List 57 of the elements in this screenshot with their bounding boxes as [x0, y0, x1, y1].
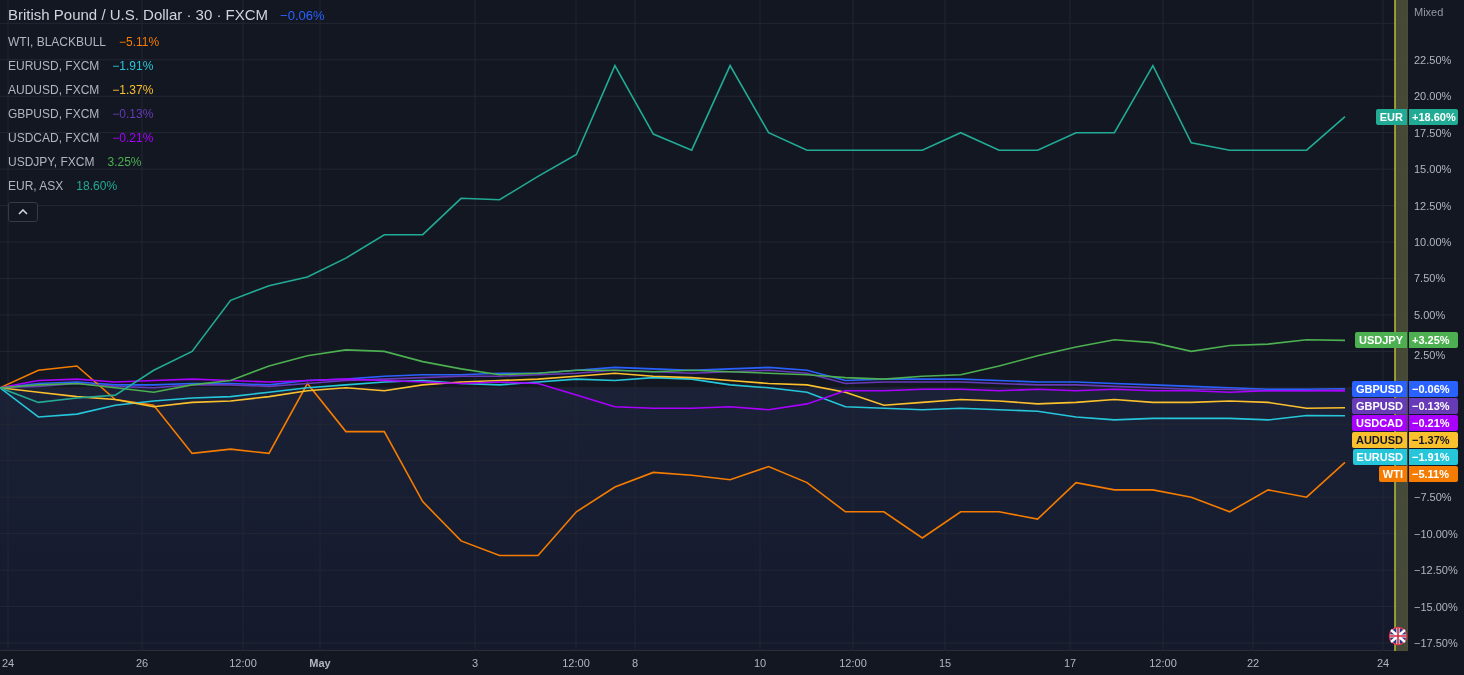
series-value-tag: +18.60% — [1409, 108, 1458, 125]
axis-tick-label: 15 — [938, 657, 952, 669]
axis-tick-label: 26 — [135, 657, 149, 669]
axis-tick-label: 22.50% — [1414, 53, 1452, 66]
percent-change: −5.11% — [119, 35, 160, 49]
percent-change: −0.21% — [112, 131, 154, 145]
axis-tick-label: −10.00% — [1414, 527, 1458, 540]
symbol-label[interactable]: USDJPY, FXCM — [8, 155, 95, 169]
axis-tick-label: 12:00 — [1149, 657, 1177, 669]
series-value-tag: −5.11% — [1409, 465, 1458, 482]
axis-tick-label: 10 — [753, 657, 767, 669]
series-value-tag: −1.37% — [1409, 431, 1458, 448]
flag-icon[interactable] — [1388, 626, 1408, 646]
axis-tick-label: 17 — [1063, 657, 1077, 669]
axis-tick-label: 15.00% — [1414, 163, 1452, 176]
symbol-label[interactable]: EURUSD, FXCM — [8, 59, 100, 73]
percent-change: −1.37% — [112, 83, 154, 97]
symbol-label[interactable]: AUDUSD, FXCM — [8, 83, 100, 97]
series-name-tag: USDJPY — [1354, 332, 1407, 349]
scale-mode-label[interactable]: Mixed — [1414, 6, 1444, 18]
symbol-label[interactable]: WTI, BLACKBULL — [8, 35, 107, 49]
axis-tick-label: 7.50% — [1414, 272, 1446, 285]
axis-tick-label: 8 — [631, 657, 639, 669]
axis-tick-label: 3 — [471, 657, 479, 669]
axis-tick-label: −15.00% — [1414, 600, 1458, 613]
axis-tick-label: May — [309, 657, 331, 669]
percent-change: −1.91% — [112, 59, 154, 73]
symbol-label[interactable]: USDCAD, FXCM — [8, 131, 100, 145]
series-value-tag: +3.25% — [1409, 332, 1458, 349]
series-value-tag: −0.21% — [1409, 414, 1458, 431]
axis-tick-label: 10.00% — [1414, 236, 1452, 248]
axis-tick-label: 22 — [1246, 657, 1260, 669]
series-value-tag: −0.13% — [1409, 397, 1458, 414]
axis-tick-label: 12:00 — [839, 657, 867, 669]
collapse-legend-button[interactable] — [8, 202, 38, 222]
symbol-label[interactable]: GBPUSD, FXCM — [8, 107, 100, 121]
axis-tick-label: −12.50% — [1414, 564, 1458, 577]
percent-change: −0.13% — [112, 107, 154, 121]
axis-tick-label: 2.50% — [1414, 349, 1446, 362]
axis-tick-label: 12:00 — [562, 657, 590, 669]
percent-change: 18.60% — [76, 179, 118, 193]
symbol-label[interactable]: EUR, ASX — [8, 179, 64, 193]
axis-tick-label: 5.00% — [1414, 308, 1446, 321]
chart-title: British Pound / U.S. Dollar · 30 · FXCM — [8, 6, 269, 23]
axis-tick-label: 24 — [1, 657, 15, 669]
percent-change: −0.06% — [280, 8, 325, 23]
series-value-tag: −0.06% — [1409, 380, 1458, 397]
axis-tick-label: 20.00% — [1414, 90, 1452, 103]
series-value-tag: −1.91% — [1409, 448, 1458, 465]
axis-tick-label: 17.50% — [1414, 126, 1452, 139]
percent-change: 3.25% — [107, 155, 142, 169]
axis-tick-label: −17.50% — [1414, 636, 1458, 649]
axis-tick-label: 12:00 — [229, 657, 257, 669]
axis-tick-label: 12.50% — [1414, 199, 1452, 212]
chevron-up-icon — [18, 209, 28, 215]
axis-tick-label: −7.50% — [1414, 491, 1452, 504]
axis-tick-label: 24 — [1376, 657, 1390, 669]
